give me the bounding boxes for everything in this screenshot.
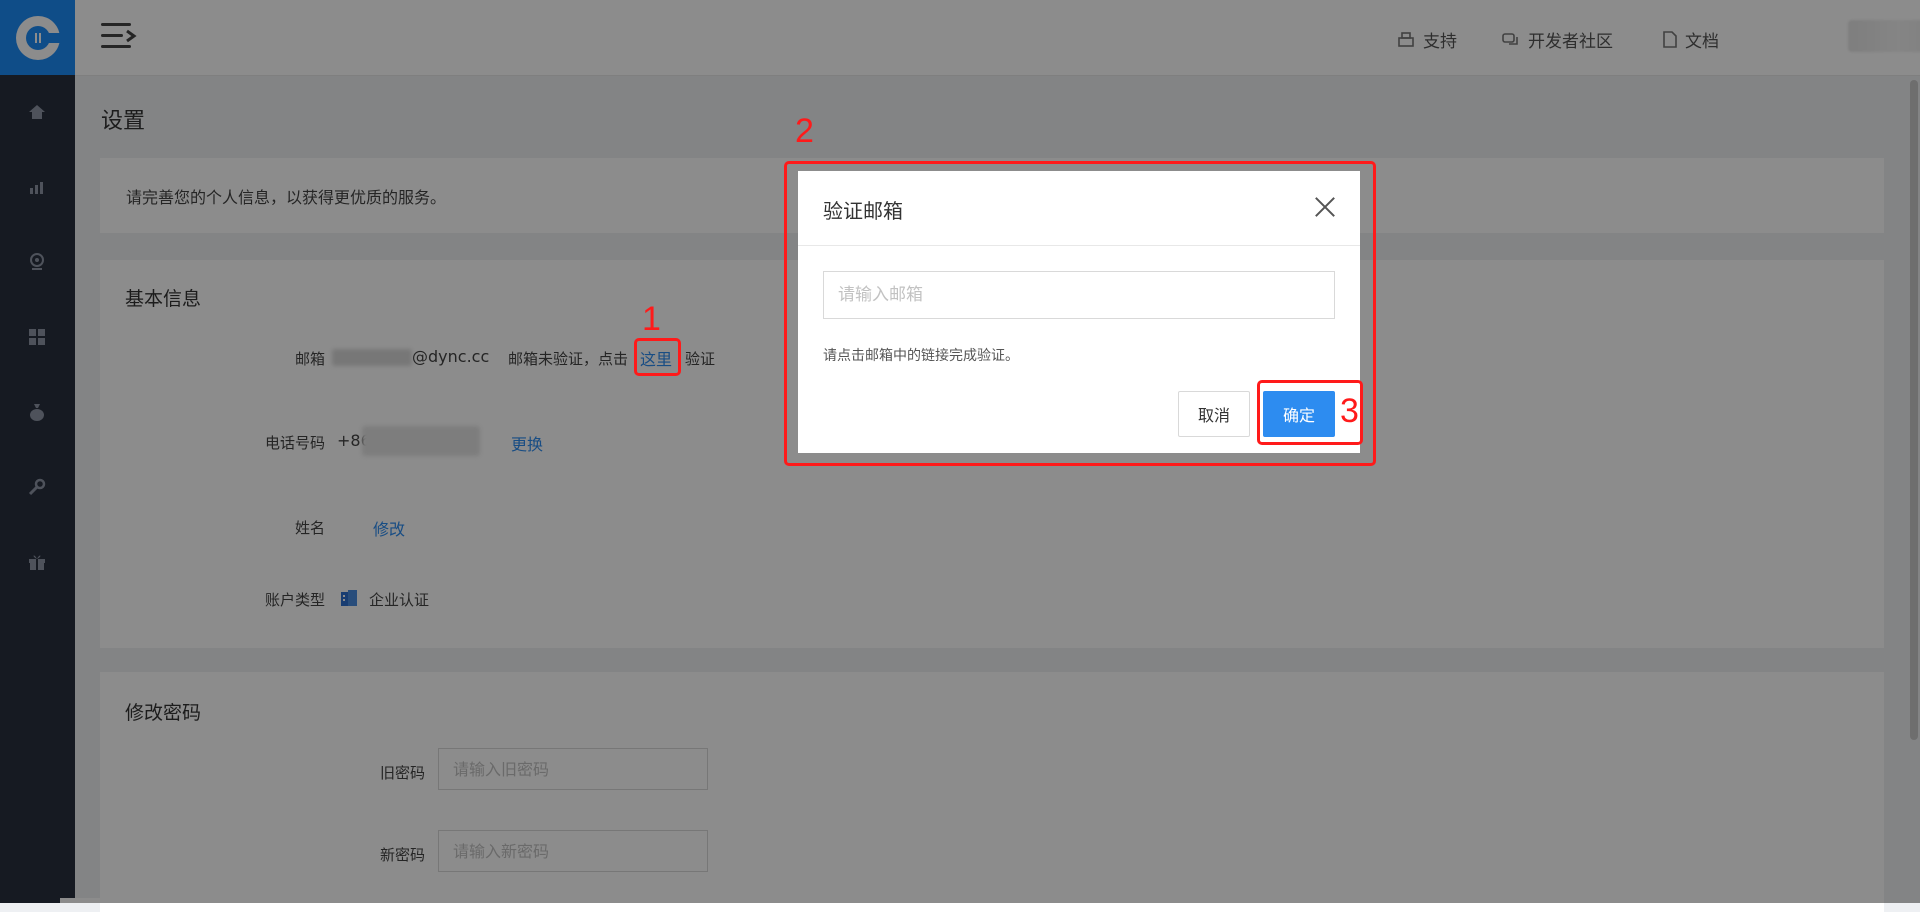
annotation-number-1: 1 <box>642 300 661 338</box>
annotation-number-2: 2 <box>795 112 814 150</box>
annotation-number-3: 3 <box>1340 392 1359 430</box>
annotation-box-1 <box>634 338 681 376</box>
